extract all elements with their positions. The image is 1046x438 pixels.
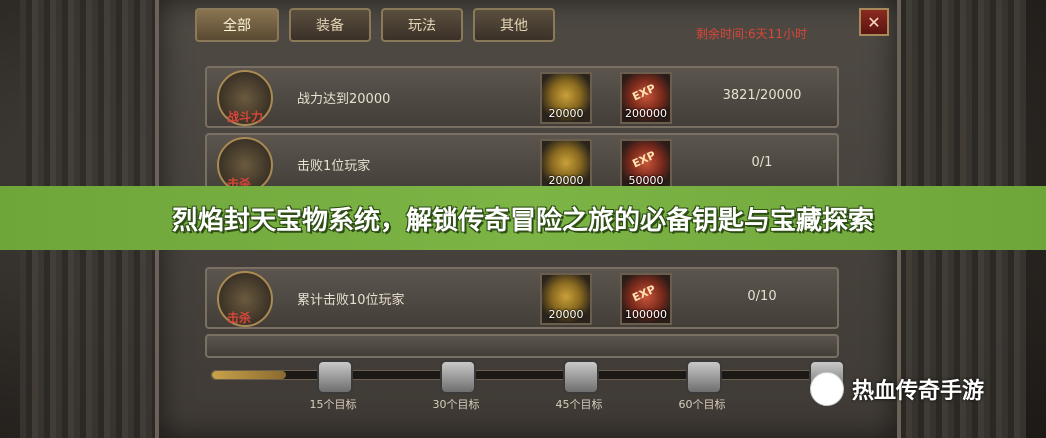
milestone-progress-bar: [211, 370, 833, 380]
tab-bar: 全部 装备 玩法 其他: [195, 8, 555, 42]
close-button[interactable]: ✕: [859, 8, 889, 36]
exp-icon: EXP: [630, 282, 658, 305]
quest-row-partial: [205, 334, 839, 358]
watermark: 热血传奇手游: [810, 372, 984, 406]
tab-equipment[interactable]: 装备: [289, 8, 371, 42]
quest-row: 击杀 累计击败10位玩家 20000 EXP 100000 0/10: [205, 267, 839, 329]
close-icon: ✕: [867, 12, 881, 32]
quest-description: 累计击败10位玩家: [297, 293, 405, 308]
exp-reward-slot[interactable]: EXP 50000: [620, 139, 672, 191]
exp-amount: 200000: [625, 107, 667, 120]
quest-description: 击败1位玩家: [297, 159, 371, 174]
milestone-chest-icon[interactable]: [440, 360, 476, 394]
milestone-progress-fill: [212, 371, 287, 379]
badge-label: 击杀: [227, 311, 252, 325]
exp-reward-slot[interactable]: EXP 200000: [620, 72, 672, 124]
watermark-text: 热血传奇手游: [852, 379, 985, 404]
title-banner: 烈焰封天宝物系统，解锁传奇冒险之旅的必备钥匙与宝藏探索: [0, 186, 1046, 250]
gold-reward-slot[interactable]: 20000: [540, 72, 592, 124]
tab-all[interactable]: 全部: [195, 8, 279, 42]
banner-title: 烈焰封天宝物系统，解锁传奇冒险之旅的必备钥匙与宝藏探索: [171, 205, 874, 236]
gold-reward-slot[interactable]: 20000: [540, 273, 592, 325]
quest-progress: 0/10: [747, 289, 777, 304]
gold-amount: 20000: [548, 107, 584, 120]
quest-progress: 3821/20000: [722, 88, 802, 103]
badge-label: 战斗力: [227, 110, 264, 124]
exp-icon: EXP: [630, 148, 658, 171]
exp-amount: 100000: [625, 308, 667, 321]
milestone-chest-icon[interactable]: [563, 360, 599, 394]
exp-reward-slot[interactable]: EXP 100000: [620, 273, 672, 325]
quest-row: 战斗力 战力达到20000 20000 EXP 200000 3821/2000…: [205, 66, 839, 128]
wechat-icon: [810, 372, 844, 406]
milestone-label: 60个目标: [678, 398, 726, 411]
tab-other[interactable]: 其他: [473, 8, 555, 42]
exp-icon: EXP: [630, 81, 658, 104]
remaining-time: 剩余时间:6天11小时: [696, 27, 807, 41]
milestone-chest-icon[interactable]: [317, 360, 353, 394]
milestone-label: 30个目标: [432, 398, 480, 411]
quest-progress: 0/1: [751, 155, 773, 170]
quest-description: 战力达到20000: [297, 92, 391, 107]
gold-reward-slot[interactable]: 20000: [540, 139, 592, 191]
milestone-chest-icon[interactable]: [686, 360, 722, 394]
milestone-label: 15个目标: [309, 398, 357, 411]
gold-amount: 20000: [548, 308, 584, 321]
milestone-label: 45个目标: [555, 398, 603, 411]
tab-gameplay[interactable]: 玩法: [381, 8, 463, 42]
